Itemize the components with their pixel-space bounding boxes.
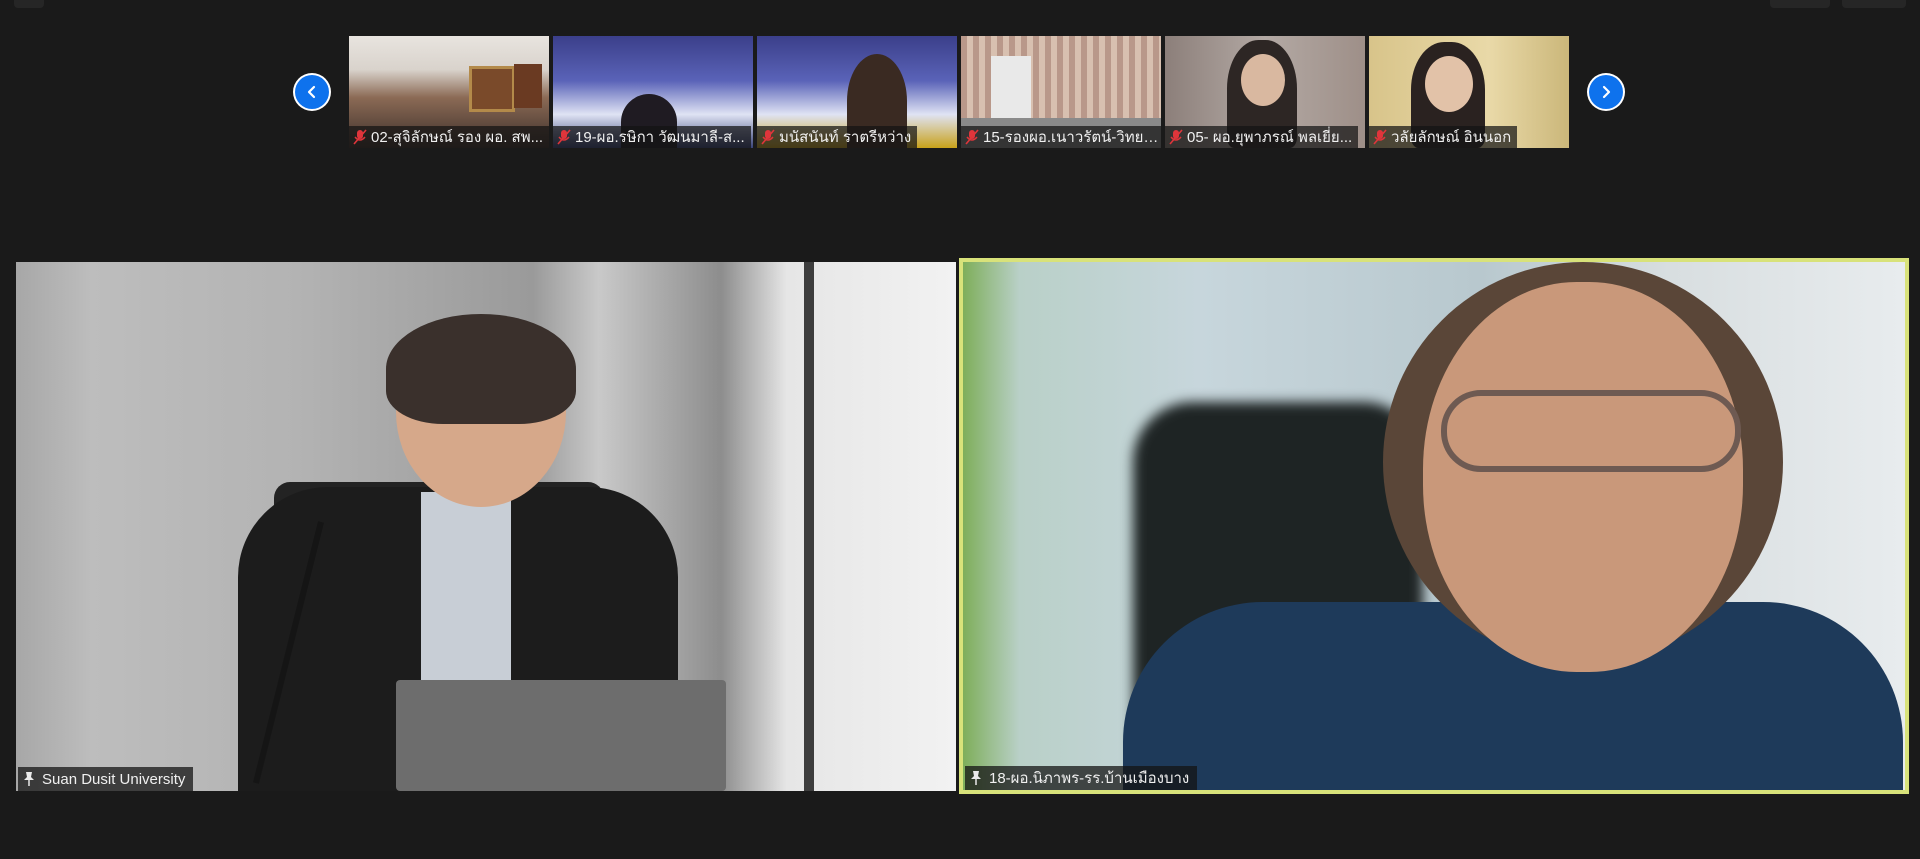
participant-name: 02-สุจิลักษณ์ รอง ผอ. สพ... xyxy=(371,129,544,146)
participant-name: 15-รองผอ.เนาวรัตน์-วิทยา... xyxy=(983,129,1161,146)
participant-face xyxy=(1425,56,1473,112)
mic-muted-icon xyxy=(1373,129,1387,145)
wall-frame xyxy=(469,66,515,112)
video-tile-left[interactable]: Suan Dusit University xyxy=(16,262,956,791)
participant-name-tag: Suan Dusit University xyxy=(18,767,194,791)
participant-thumbnail[interactable]: 02-สุจิลักษณ์ รอง ผอ. สพ... xyxy=(349,36,549,148)
top-bar-remnant-left xyxy=(14,0,44,8)
prev-page-button[interactable] xyxy=(293,73,331,111)
participant-name-tag: 18-ผอ.นิภาพร-รร.บ้านเมืองบาง xyxy=(965,766,1198,790)
top-bar-remnant-right-1 xyxy=(1770,0,1830,8)
participant-thumbnail[interactable]: มนัสนันท์ ราตรีหว่าง xyxy=(757,36,957,148)
participant-name: 19-ผอ.รษิกา วัฒนมาลี-ส... xyxy=(575,129,745,146)
wall-frame xyxy=(514,64,542,108)
next-page-button[interactable] xyxy=(1587,73,1625,111)
window-pane xyxy=(991,56,1031,126)
participant-thumbnail[interactable]: 19-ผอ.รษิกา วัฒนมาลี-ส... xyxy=(553,36,753,148)
participant-face xyxy=(1241,54,1285,106)
chevron-right-icon xyxy=(1602,85,1611,99)
mic-muted-icon xyxy=(965,129,979,145)
pin-icon xyxy=(971,771,981,785)
pin-icon xyxy=(24,772,34,786)
participant-name: มนัสนันท์ ราตรีหว่าง xyxy=(779,129,912,146)
mic-muted-icon xyxy=(761,129,775,145)
glasses xyxy=(1441,390,1741,472)
participant-name: 05- ผอ.ยุพาภรณ์ พลเยี่ย... xyxy=(1187,129,1353,146)
presenter-face xyxy=(1423,282,1743,672)
presenter-hair xyxy=(386,314,576,424)
participant-thumbnail[interactable]: วลัยลักษณ์ อินนอก xyxy=(1369,36,1569,148)
laptop xyxy=(396,680,726,791)
window-frame xyxy=(804,262,814,791)
mic-muted-icon xyxy=(557,129,571,145)
participant-thumbnail-strip: 02-สุจิลักษณ์ รอง ผอ. สพ... 19-ผอ.รษิกา … xyxy=(349,36,1571,148)
video-tile-right-active-speaker[interactable]: 18-ผอ.นิภาพร-รร.บ้านเมืองบาง xyxy=(959,258,1909,794)
chevron-left-icon xyxy=(307,85,316,99)
top-bar-remnant-right-2 xyxy=(1842,0,1906,8)
participant-thumbnail[interactable]: 15-รองผอ.เนาวรัตน์-วิทยา... xyxy=(961,36,1161,148)
presenter-blouse xyxy=(421,492,511,682)
mic-muted-icon xyxy=(353,129,367,145)
participant-name: Suan Dusit University xyxy=(42,770,186,788)
mic-muted-icon xyxy=(1169,129,1183,145)
participant-name: วลัยลักษณ์ อินนอก xyxy=(1391,129,1512,146)
participant-name: 18-ผอ.นิภาพร-รร.บ้านเมืองบาง xyxy=(989,770,1190,787)
participant-thumbnail[interactable]: 05- ผอ.ยุพาภรณ์ พลเยี่ย... xyxy=(1165,36,1365,148)
